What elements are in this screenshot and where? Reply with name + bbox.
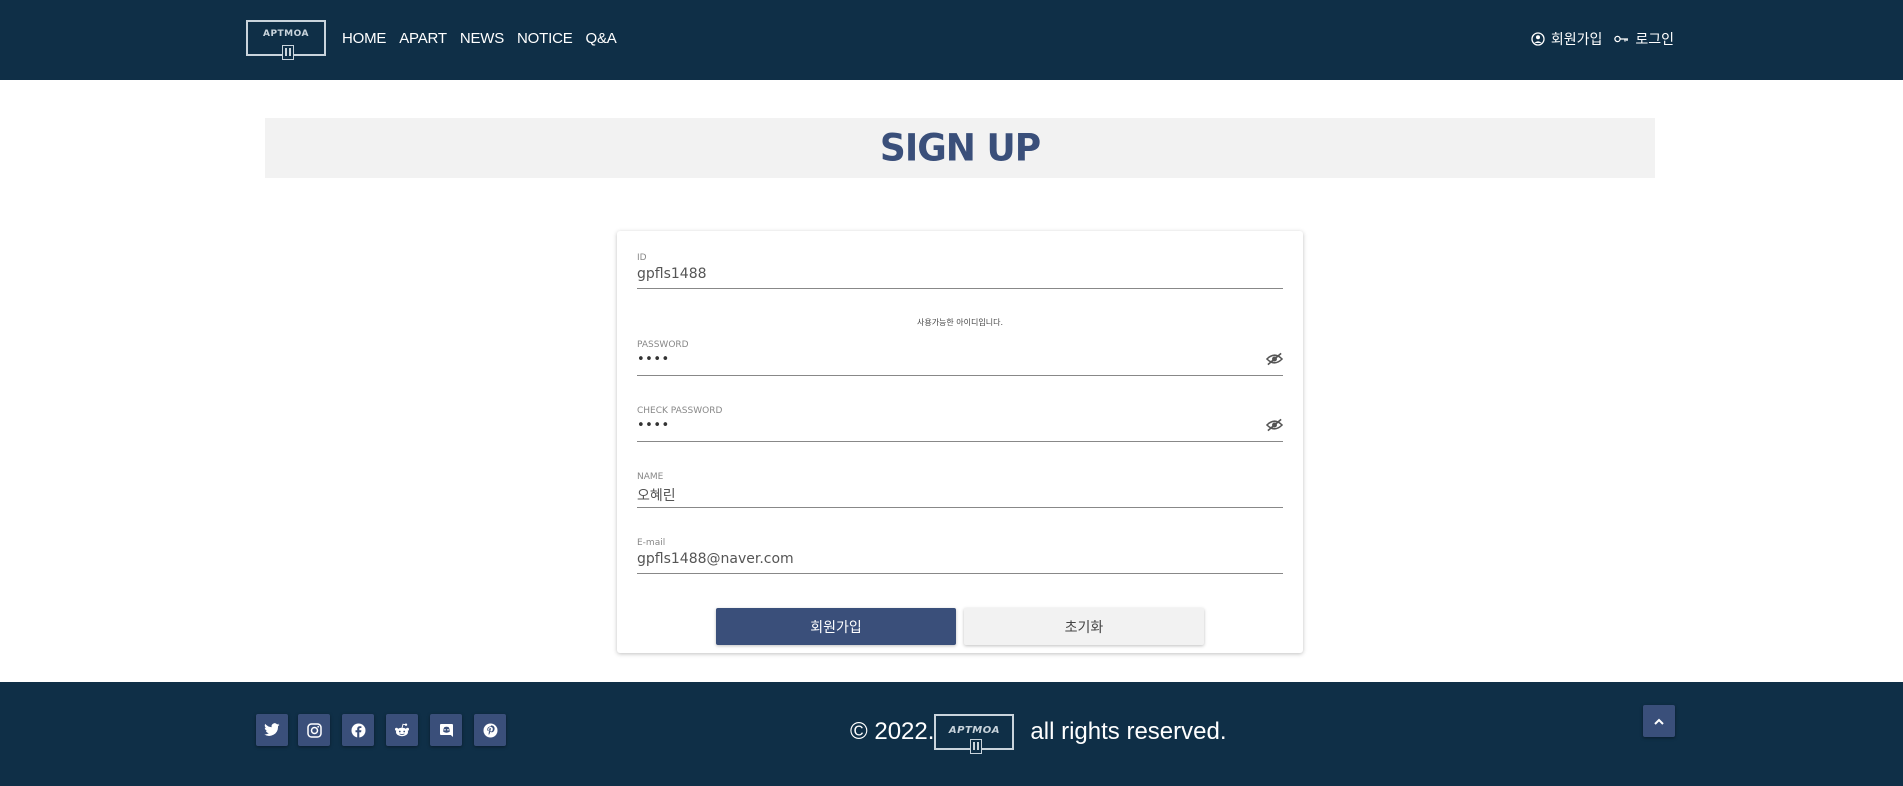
- nav-home[interactable]: HOME: [342, 30, 386, 47]
- social-links: [256, 714, 506, 746]
- reset-button[interactable]: 초기화: [964, 608, 1204, 645]
- password-field[interactable]: PASSWORD ••••: [637, 340, 1283, 376]
- instagram-icon: [306, 722, 322, 738]
- nav-qna[interactable]: Q&A: [586, 30, 617, 47]
- password-label: PASSWORD: [637, 340, 689, 350]
- nav-notice[interactable]: NOTICE: [517, 30, 573, 47]
- twitter-icon: [264, 723, 280, 736]
- pinterest-button[interactable]: [474, 714, 506, 746]
- signup-link[interactable]: 회원가입: [1531, 29, 1603, 49]
- password-input[interactable]: ••••: [637, 352, 670, 367]
- pinterest-icon: [483, 723, 497, 737]
- logo-text: APTMOA: [262, 29, 310, 39]
- eye-off-icon[interactable]: [1266, 418, 1283, 432]
- check-password-label: CHECK PASSWORD: [637, 406, 723, 416]
- name-field[interactable]: NAME 오혜린: [637, 472, 1283, 508]
- copyright-prefix: © 2022.: [850, 718, 935, 745]
- login-link-label: 로그인: [1635, 32, 1674, 48]
- id-input[interactable]: gpfls1488: [637, 266, 707, 282]
- footer-logo: APTMOA: [934, 714, 1015, 754]
- id-field[interactable]: ID gpfls1488: [637, 253, 1283, 289]
- discord-button[interactable]: [430, 714, 462, 746]
- reddit-button[interactable]: [386, 714, 418, 746]
- email-input[interactable]: gpfls1488@naver.com: [637, 551, 794, 567]
- check-password-field[interactable]: CHECK PASSWORD ••••: [637, 406, 1283, 442]
- page-title-banner: SIGN UP: [265, 118, 1655, 178]
- page-title: SIGN UP: [879, 126, 1041, 171]
- login-link[interactable]: 로그인: [1614, 29, 1674, 49]
- nav-apart[interactable]: APART: [399, 30, 447, 47]
- id-label: ID: [637, 253, 647, 263]
- check-password-input[interactable]: ••••: [637, 418, 670, 433]
- top-navbar: APTMOA HOME APART NEWS NOTICE Q&A 회원가입 로…: [0, 0, 1903, 80]
- aptmoa-logo[interactable]: APTMOA: [246, 20, 326, 60]
- auth-links: 회원가입 로그인: [1531, 29, 1674, 49]
- discord-icon: [439, 723, 453, 737]
- instagram-button[interactable]: [298, 714, 330, 746]
- name-label: NAME: [637, 472, 664, 482]
- copyright-suffix: all rights reserved.: [1030, 718, 1227, 745]
- eye-off-icon[interactable]: [1266, 352, 1283, 366]
- nav-news[interactable]: NEWS: [460, 30, 504, 47]
- user-circle-icon: [1531, 32, 1545, 46]
- signup-button[interactable]: 회원가입: [716, 608, 956, 645]
- facebook-button[interactable]: [342, 714, 374, 746]
- chevron-up-icon: [1654, 718, 1664, 725]
- key-icon: [1614, 35, 1629, 43]
- building-icon: [282, 45, 294, 60]
- scroll-to-top-button[interactable]: [1643, 705, 1675, 737]
- id-availability-hint: 사용가능한 아이디입니다.: [916, 318, 1004, 327]
- footer-logo-text: APTMOA: [948, 725, 1000, 736]
- email-field[interactable]: E-mail gpfls1488@naver.com: [637, 538, 1283, 574]
- email-label: E-mail: [637, 538, 666, 548]
- name-input[interactable]: 오혜린: [637, 485, 676, 505]
- copyright-text: © 2022. APTMOA all rights reserved.: [850, 714, 1227, 754]
- main-nav: HOME APART NEWS NOTICE Q&A: [342, 30, 617, 47]
- facebook-icon: [351, 723, 365, 738]
- footer: © 2022. APTMOA all rights reserved.: [0, 682, 1903, 786]
- signup-link-label: 회원가입: [1550, 32, 1603, 48]
- signup-form: ID gpfls1488 사용가능한 아이디입니다. PASSWORD ••••…: [617, 231, 1303, 653]
- reddit-icon: [395, 723, 409, 737]
- twitter-button[interactable]: [256, 714, 288, 746]
- building-icon: [970, 739, 983, 754]
